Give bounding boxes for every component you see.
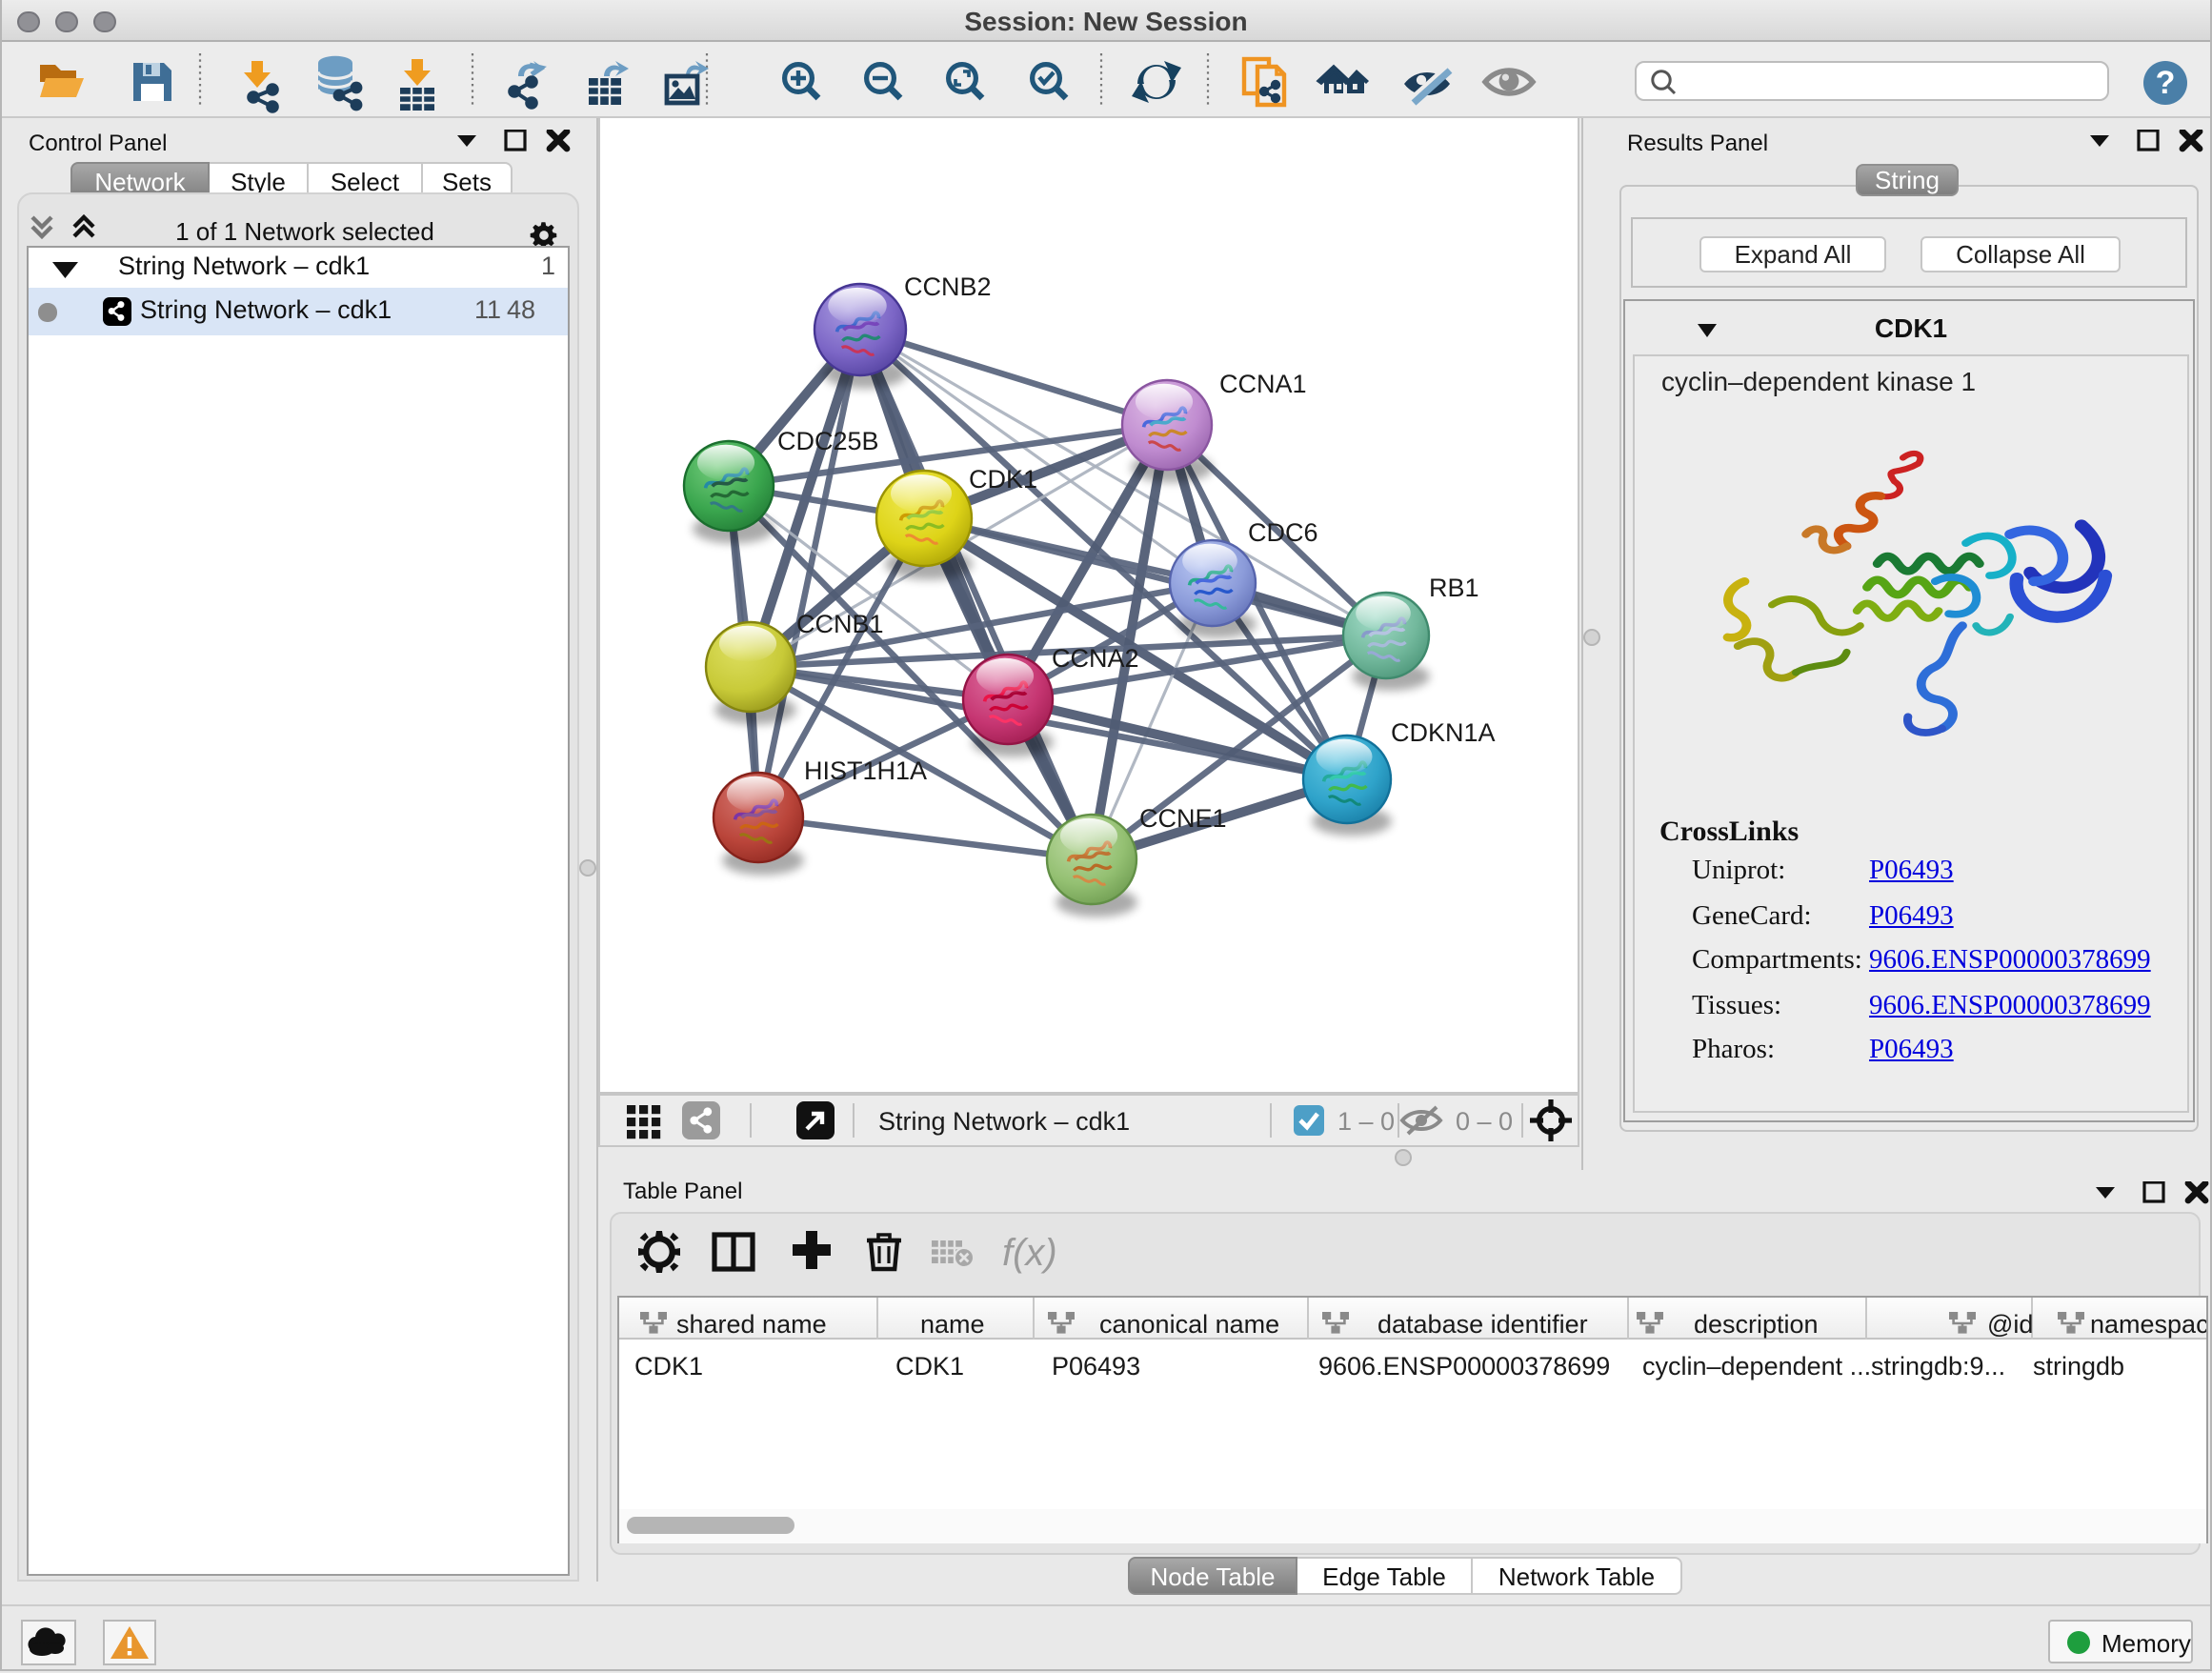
svg-text:CDK1: CDK1 bbox=[634, 1352, 703, 1381]
svg-text:9606.ENSP00000378699: 9606.ENSP00000378699 bbox=[1318, 1352, 1610, 1381]
svg-text:CDC6: CDC6 bbox=[1248, 518, 1318, 547]
svg-text:CCNB2: CCNB2 bbox=[904, 272, 992, 301]
svg-text:stringdb: stringdb bbox=[2033, 1352, 2124, 1381]
svg-text:CDK1: CDK1 bbox=[969, 465, 1037, 494]
svg-text:CCNE1: CCNE1 bbox=[1139, 804, 1227, 833]
svg-text:HIST1H1A: HIST1H1A bbox=[804, 756, 927, 785]
svg-text:description: description bbox=[1694, 1310, 1819, 1339]
svg-text:shared name: shared name bbox=[676, 1310, 827, 1339]
svg-text:canonical name: canonical name bbox=[1099, 1310, 1279, 1339]
svg-text:CCNA2: CCNA2 bbox=[1052, 644, 1139, 673]
svg-text:String Network – cdk1: String Network – cdk1 bbox=[878, 1107, 1130, 1136]
svg-text:CCNB1: CCNB1 bbox=[796, 610, 884, 638]
svg-text:0 – 0: 0 – 0 bbox=[1456, 1107, 1513, 1136]
svg-text:@id: @id bbox=[1987, 1310, 2033, 1339]
svg-text:CDK1: CDK1 bbox=[895, 1352, 964, 1381]
svg-text:cyclin–dependent ...: cyclin–dependent ... bbox=[1642, 1352, 1871, 1381]
svg-text:f(x): f(x) bbox=[1002, 1232, 1057, 1274]
svg-text:namespac: namespac bbox=[2090, 1310, 2208, 1339]
svg-text:P06493: P06493 bbox=[1052, 1352, 1140, 1381]
svg-text:name: name bbox=[920, 1310, 985, 1339]
svg-text:database identifier: database identifier bbox=[1377, 1310, 1588, 1339]
svg-text:1 – 0: 1 – 0 bbox=[1337, 1107, 1395, 1136]
svg-text:RB1: RB1 bbox=[1429, 574, 1479, 602]
svg-text:CCNA1: CCNA1 bbox=[1219, 370, 1307, 398]
svg-text:stringdb:9...: stringdb:9... bbox=[1871, 1352, 2005, 1381]
svg-text:CDKN1A: CDKN1A bbox=[1391, 718, 1496, 747]
svg-text:CDC25B: CDC25B bbox=[777, 427, 879, 455]
